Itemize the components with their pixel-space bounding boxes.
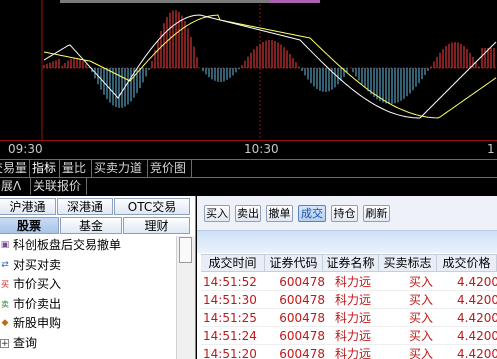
cell-security-name: 科力远	[334, 329, 371, 343]
tab-auction-chart[interactable]: 竞价图	[148, 160, 192, 177]
counter-order-icon: ⇄	[1, 259, 9, 270]
menu-item-label: 对买对卖	[13, 257, 62, 272]
cell-fill-price: 4.4200	[457, 293, 497, 307]
macd-chart[interactable]	[0, 0, 497, 140]
time-label-0930: 09:30	[8, 142, 43, 156]
tab-wealth-mgmt[interactable]: 理财	[123, 217, 190, 234]
trade-toolbar: 买入 卖出 撤单 成交 持仓 刷新	[197, 196, 497, 230]
analysis-tabs-row1: 交易量 指标 量比 买卖力道 竞价图	[0, 159, 497, 177]
cell-side: 买入	[408, 329, 433, 343]
menu-item-market-buy[interactable]: 买 市价买入	[0, 275, 176, 295]
ipo-subscribe-icon: ◆	[1, 318, 9, 328]
cell-security-name: 科力远	[334, 293, 371, 307]
cell-fill-price: 4.4200	[457, 347, 497, 359]
trade-function-panel: 沪港通 深港通 OTC交易 股票 基金 理财 ▣ 科创板盘后交易撤单 ⇄ 对买对…	[0, 196, 196, 359]
cell-fill-time: 14:51:20	[203, 347, 257, 359]
cell-security-code: 600478	[279, 329, 325, 343]
tab-indicator[interactable]: 指标	[30, 160, 60, 177]
sell-button[interactable]: 卖出	[235, 205, 261, 222]
cell-fill-time: 14:51:25	[203, 311, 257, 325]
tab-related-quotes[interactable]: 关联报价	[31, 178, 87, 195]
macd-chart-svg	[41, 0, 497, 140]
trades-panel: 买入 卖出 撤单 成交 持仓 刷新 成交时间 证券代码 证券名称 买卖标志 成交…	[197, 196, 497, 359]
col-header-security-name[interactable]: 证券名称	[323, 255, 379, 272]
cell-side: 买入	[408, 347, 433, 359]
function-menu: ▣ 科创板盘后交易撤单 ⇄ 对买对卖 买 市价买入 卖 市价卖出 ◆ 新股申购 …	[0, 236, 176, 353]
col-header-fill-time[interactable]: 成交时间	[201, 255, 265, 272]
menu-item-label: 新股申购	[13, 316, 62, 330]
table-row[interactable]: 14:51:20 600478 科力远 买入 4.4200	[201, 345, 497, 359]
cell-security-code: 600478	[279, 275, 325, 289]
menu-item-star-market-after-hours-cancel[interactable]: ▣ 科创板盘后交易撤单	[0, 236, 176, 256]
menu-item-label: 科创板盘后交易撤单	[13, 238, 122, 252]
col-header-security-code[interactable]: 证券代码	[265, 255, 323, 272]
menu-item-ipo-subscribe[interactable]: ◆ 新股申购	[0, 314, 176, 334]
signal-line	[43, 14, 497, 119]
cell-security-code: 600478	[279, 311, 325, 325]
scrollbar-thumb[interactable]	[179, 237, 192, 263]
tab-otc-trading[interactable]: OTC交易	[114, 198, 190, 215]
positions-button[interactable]: 持仓	[331, 205, 358, 222]
time-axis: 09:30 10:30 1	[0, 140, 497, 159]
time-label-truncated: 1	[487, 142, 495, 156]
tab-shenzhen-hk-connect[interactable]: 深港通	[57, 198, 113, 215]
market-buy-icon: 买	[1, 280, 9, 289]
cell-fill-price: 4.4200	[457, 275, 497, 289]
table-row[interactable]: 14:51:25 600478 科力远 买入 4.4200	[201, 309, 497, 327]
cell-fill-time: 14:51:30	[203, 293, 257, 307]
panel-header-band	[197, 230, 497, 253]
cell-security-name: 科力远	[334, 275, 371, 289]
menu-item-label: 市价买入	[13, 277, 62, 291]
table-row[interactable]: 14:51:24 600478 科力远 买入 4.4200	[201, 327, 497, 345]
time-label-1030: 10:30	[244, 142, 279, 156]
cell-side: 买入	[408, 311, 433, 325]
refresh-button[interactable]: 刷新	[363, 205, 390, 222]
tab-buy-sell-force[interactable]: 买卖力道	[92, 160, 148, 177]
menu-scrollbar[interactable]	[176, 236, 195, 359]
legend-text-cropped-magenta	[270, 0, 320, 3]
cell-fill-price: 4.4200	[457, 329, 497, 343]
trades-table-body: 14:51:52 600478 科力远 买入 4.4200 14:51:30 600478 科…	[201, 273, 497, 359]
analysis-tabs-row2: 展Λ 关联报价	[0, 177, 497, 195]
legend-text-cropped	[60, 0, 270, 3]
tab-volume-ratio[interactable]: 量比	[60, 160, 92, 177]
cell-security-code: 600478	[279, 293, 325, 307]
cancel-order-button[interactable]: 撤单	[266, 205, 293, 222]
cell-security-name: 科力远	[334, 311, 371, 325]
buy-button[interactable]: 买入	[204, 205, 230, 222]
menu-item-label: 查询	[13, 335, 38, 350]
cell-side: 买入	[408, 275, 433, 289]
sci-tech-board-icon: ▣	[0, 240, 10, 250]
menu-item-counter-order[interactable]: ⇄ 对买对卖	[0, 256, 176, 276]
menu-item-label: 市价卖出	[13, 296, 62, 311]
tab-expand[interactable]: 展Λ	[0, 178, 31, 195]
menu-item-query[interactable]: + 查询	[0, 334, 176, 354]
tab-stocks[interactable]: 股票	[0, 217, 59, 234]
menu-item-market-sell[interactable]: 卖 市价卖出	[0, 295, 176, 315]
cell-side: 买入	[408, 293, 433, 307]
tab-volume[interactable]: 交易量	[0, 160, 30, 177]
market-sell-icon: 卖	[1, 299, 9, 309]
tab-funds[interactable]: 基金	[60, 217, 122, 234]
cell-fill-time: 14:51:52	[203, 275, 257, 289]
cell-fill-time: 14:51:24	[203, 329, 257, 343]
col-header-fill-price[interactable]: 成交价格	[437, 255, 497, 272]
cell-security-code: 600478	[279, 347, 325, 359]
col-header-side[interactable]: 买卖标志	[379, 255, 437, 272]
query-expand-icon: +	[0, 338, 9, 349]
trades-table-header: 成交时间 证券代码 证券名称 买卖标志 成交价格	[201, 254, 497, 272]
table-row[interactable]: 14:51:30 600478 科力远 买入 4.4200	[201, 291, 497, 309]
tab-shanghai-hk-connect[interactable]: 沪港通	[0, 198, 56, 215]
cell-security-name: 科力远	[334, 347, 371, 359]
filled-orders-button[interactable]: 成交	[298, 205, 326, 222]
table-row[interactable]: 14:51:52 600478 科力远 买入 4.4200	[201, 273, 497, 291]
cell-fill-price: 4.4200	[457, 311, 497, 325]
